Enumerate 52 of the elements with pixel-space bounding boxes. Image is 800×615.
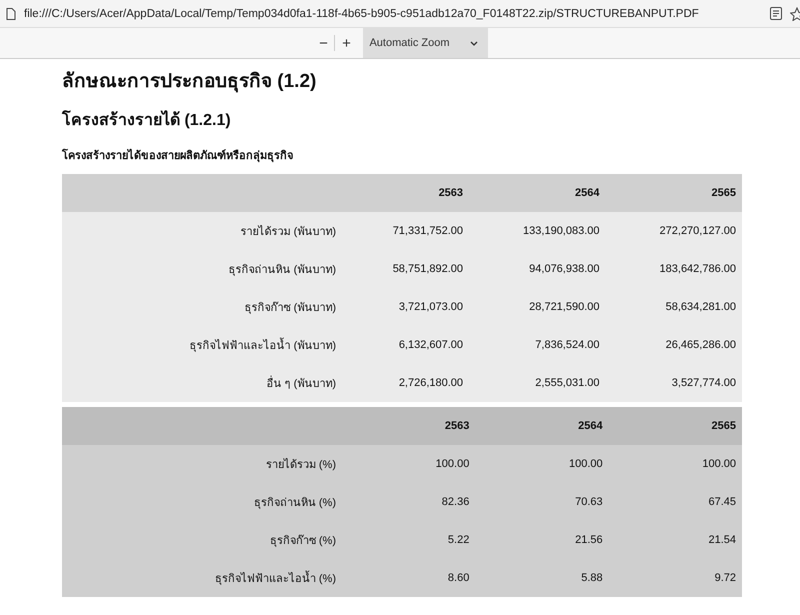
caret-icon xyxy=(470,40,478,46)
column-header: 2563 xyxy=(342,174,470,212)
row-label: รายได้รวม (%) xyxy=(62,445,342,483)
table-cell: 71,331,752.00 xyxy=(342,212,470,250)
table-cell: 82.36 xyxy=(342,483,476,521)
page-icon xyxy=(6,8,16,20)
zoom-out-button[interactable]: − xyxy=(312,31,334,55)
table-cell: 6,132,607.00 xyxy=(342,326,470,364)
star-icon[interactable] xyxy=(790,6,800,20)
table-cell: 7,836,524.00 xyxy=(469,326,606,364)
table-cell: 2,726,180.00 xyxy=(342,364,470,402)
table-cell: 8.60 xyxy=(342,559,476,597)
table-cell: 70.63 xyxy=(475,483,609,521)
table-cell: 3,527,774.00 xyxy=(606,364,742,402)
table-cell: 2,555,031.00 xyxy=(469,364,606,402)
table-cell: 58,751,892.00 xyxy=(342,250,470,288)
table-cell: 3,721,073.00 xyxy=(342,288,470,326)
table-caption: โครงสร้างรายได้ของสายผลิตภัณฑ์หรือกลุ่มธุรกิจ xyxy=(62,148,293,164)
table-cell: 26,465,286.00 xyxy=(606,326,742,364)
row-label: ธุรกิจก๊าซ (พันบาท) xyxy=(62,288,342,326)
column-header: 2563 xyxy=(342,407,476,445)
row-label: ธุรกิจไฟฟ้าและไอน้ำ (%) xyxy=(62,559,342,597)
row-label: ธุรกิจไฟฟ้าและไอน้ำ (พันบาท) xyxy=(62,326,342,364)
row-label: ธุรกิจก๊าซ (%) xyxy=(62,521,342,559)
table-cell: 100.00 xyxy=(342,445,476,483)
table-cell: 100.00 xyxy=(608,445,742,483)
section-heading: ลักษณะการประกอบธุรกิจ (1.2) xyxy=(62,70,316,94)
table-cell: 272,270,127.00 xyxy=(606,212,742,250)
table-cell: 100.00 xyxy=(475,445,609,483)
table-cell: 183,642,786.00 xyxy=(606,250,742,288)
table-cell: 28,721,590.00 xyxy=(469,288,606,326)
table-cell: 21.56 xyxy=(475,521,609,559)
table-cell: 67.45 xyxy=(608,483,742,521)
table-cell: 5.88 xyxy=(475,559,609,597)
reader-view-icon[interactable] xyxy=(770,7,782,20)
column-header: 2565 xyxy=(608,407,742,445)
table-cell: 9.72 xyxy=(608,559,742,597)
zoom-in-button[interactable]: + xyxy=(335,31,358,55)
column-header: 2565 xyxy=(606,174,742,212)
column-header: 2564 xyxy=(475,407,609,445)
row-label: ธุรกิจถ่านหิน (%) xyxy=(62,483,342,521)
subsection-heading: โครงสร้างรายได้ (1.2.1) xyxy=(62,109,231,131)
table-cell: 5.22 xyxy=(342,521,476,559)
table-cell: 133,190,083.00 xyxy=(469,212,606,250)
table-cell: 58,634,281.00 xyxy=(606,288,742,326)
table-cell: 21.54 xyxy=(608,521,742,559)
column-header: 2564 xyxy=(469,174,606,212)
table-cell: 94,076,938.00 xyxy=(469,250,606,288)
zoom-select[interactable]: Automatic Zoom xyxy=(363,28,488,58)
row-label: อื่น ๆ (พันบาท) xyxy=(62,364,342,402)
row-label: ธุรกิจถ่านหิน (พันบาท) xyxy=(62,250,342,288)
row-label: รายได้รวม (พันบาท) xyxy=(62,212,342,250)
